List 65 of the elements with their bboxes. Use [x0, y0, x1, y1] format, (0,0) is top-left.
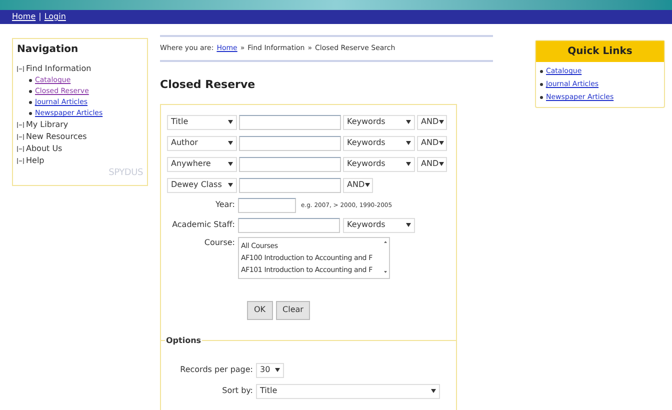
- options-legend: Options: [165, 334, 202, 346]
- page-title: Closed Reserve: [160, 77, 256, 93]
- year-input[interactable]: [238, 198, 296, 212]
- sort-label: Sort by:: [221, 385, 253, 397]
- collapse-icon[interactable]: [17, 122, 24, 128]
- navigation-title: Navigation: [17, 43, 80, 57]
- bullet-icon: [29, 79, 32, 82]
- collapse-icon[interactable]: [17, 158, 24, 164]
- dropdown-arrow-icon: [438, 162, 444, 166]
- field-select[interactable]: Title: [167, 114, 237, 130]
- bullet-icon: [540, 70, 543, 73]
- operator-select[interactable]: Keywords: [343, 114, 415, 130]
- conjunction-select[interactable]: AND: [417, 114, 447, 130]
- nav-item[interactable]: New Resources: [26, 131, 87, 143]
- dropdown-arrow-icon: [406, 141, 411, 145]
- field-select[interactable]: Dewey Class: [167, 178, 237, 192]
- records-select[interactable]: 30: [256, 362, 284, 378]
- dropdown-arrow-icon: [438, 120, 444, 124]
- conjunction-select[interactable]: AND: [417, 156, 447, 172]
- top-link[interactable]: Home: [12, 11, 36, 23]
- collapse-icon[interactable]: [17, 134, 24, 140]
- dropdown-arrow-icon: [438, 141, 444, 145]
- search-input[interactable]: [239, 178, 341, 192]
- dropdown-arrow-icon: [275, 368, 280, 372]
- operator-select[interactable]: Keywords: [343, 218, 415, 232]
- search-input[interactable]: [239, 136, 341, 150]
- nav-item[interactable]: About Us: [26, 143, 62, 155]
- collapse-icon[interactable]: [17, 146, 24, 152]
- dropdown-arrow-icon: [406, 162, 411, 166]
- dropdown-arrow-icon: [364, 183, 370, 187]
- form-button[interactable]: Clear: [276, 300, 310, 320]
- quick-links-title: Quick Links: [536, 41, 664, 62]
- year-label: Year:: [214, 199, 235, 211]
- field-select[interactable]: Author: [167, 136, 237, 150]
- conjunction-select[interactable]: AND: [343, 178, 373, 192]
- nav-item[interactable]: My Library: [26, 119, 68, 131]
- academic-staff-input[interactable]: [238, 218, 340, 232]
- dropdown-arrow-icon: [228, 183, 233, 187]
- separator-text: |: [38, 11, 42, 23]
- dropdown-arrow-icon: [406, 120, 411, 124]
- records-label: Records per page:: [179, 364, 253, 376]
- nav-item[interactable]: Find Information: [26, 63, 92, 75]
- collapse-icon[interactable]: [17, 66, 24, 72]
- operator-select[interactable]: Keywords: [343, 156, 415, 172]
- dropdown-arrow-icon: [431, 389, 436, 393]
- search-input[interactable]: [239, 114, 341, 130]
- academic-staff-label: Academic Staff:: [171, 219, 235, 231]
- operator-select[interactable]: Keywords: [343, 136, 415, 150]
- bullet-icon: [540, 83, 543, 86]
- course-label: Course:: [203, 236, 235, 248]
- sort-select[interactable]: Title: [256, 384, 440, 398]
- top-link[interactable]: Login: [44, 11, 66, 23]
- dropdown-arrow-icon: [228, 120, 233, 124]
- bullet-icon: [29, 101, 32, 104]
- form-button[interactable]: OK: [247, 300, 273, 320]
- bullet-icon: [29, 112, 32, 115]
- conjunction-select[interactable]: AND: [417, 136, 447, 150]
- bullet-icon: [29, 90, 32, 93]
- field-select[interactable]: Anywhere: [167, 156, 237, 172]
- dropdown-arrow-icon: [406, 223, 411, 227]
- dropdown-arrow-icon: [228, 162, 233, 166]
- search-input[interactable]: [239, 156, 341, 172]
- bullet-icon: [540, 96, 543, 99]
- dropdown-arrow-icon: [228, 141, 233, 145]
- nav-item[interactable]: Help: [26, 155, 44, 167]
